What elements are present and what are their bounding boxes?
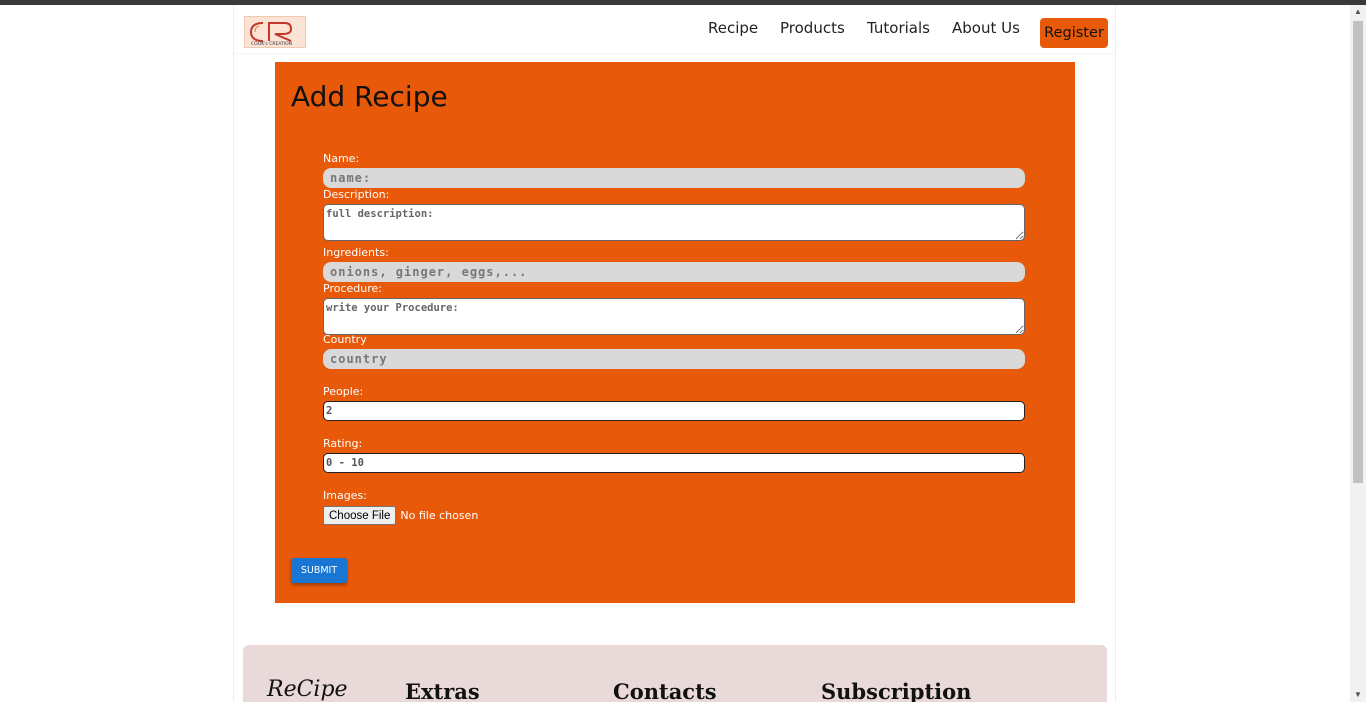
site-header: COOK's CREATION Recipe Products Tutorial… — [234, 5, 1115, 53]
form-title: Add Recipe — [291, 80, 448, 113]
page-scrollbar[interactable]: ▲ ▼ — [1350, 5, 1366, 702]
ingredients-input[interactable] — [323, 262, 1025, 282]
choose-file-button[interactable]: Choose File — [323, 506, 397, 525]
people-input[interactable] — [323, 401, 1025, 421]
site-footer: ReCipe Extras Contacts Subscription — [243, 645, 1107, 702]
scrollbar-thumb[interactable] — [1353, 21, 1363, 483]
file-input[interactable]: Choose File No file chosen — [323, 506, 478, 525]
country-label: Country — [323, 333, 367, 346]
footer-heading-subscription: Subscription — [821, 679, 972, 702]
footer-heading-extras: Extras — [405, 679, 480, 702]
file-status: No file chosen — [400, 509, 479, 522]
nav-products[interactable]: Products — [780, 19, 845, 37]
site-logo[interactable]: COOK's CREATION — [244, 16, 306, 48]
country-input[interactable] — [323, 349, 1025, 369]
scroll-down-arrow-icon[interactable]: ▼ — [1350, 688, 1366, 702]
page-container: COOK's CREATION Recipe Products Tutorial… — [233, 5, 1116, 702]
people-label: People: — [323, 385, 364, 398]
nav-tutorials[interactable]: Tutorials — [867, 19, 930, 37]
name-input[interactable] — [323, 168, 1025, 188]
images-label: Images: — [323, 489, 367, 502]
scroll-up-arrow-icon[interactable]: ▲ — [1350, 5, 1366, 19]
procedure-textarea[interactable] — [323, 298, 1025, 335]
rating-label: Rating: — [323, 437, 363, 450]
description-label: Description: — [323, 188, 390, 201]
logo-subtext: COOK's CREATION — [251, 42, 293, 47]
name-label: Name: — [323, 152, 360, 165]
footer-heading-contacts: Contacts — [613, 679, 717, 702]
description-textarea[interactable] — [323, 204, 1025, 241]
submit-button[interactable]: SUBMIT — [291, 558, 347, 583]
add-recipe-form: Add Recipe Name: Description: Ingredient… — [275, 62, 1075, 603]
ingredients-label: Ingredients: — [323, 246, 389, 259]
footer-brand: ReCipe — [267, 677, 348, 702]
nav-about-us[interactable]: About Us — [952, 19, 1020, 37]
procedure-label: Procedure: — [323, 282, 382, 295]
nav-recipe[interactable]: Recipe — [708, 19, 758, 37]
rating-input[interactable] — [323, 453, 1025, 473]
register-button[interactable]: Register — [1040, 18, 1108, 48]
